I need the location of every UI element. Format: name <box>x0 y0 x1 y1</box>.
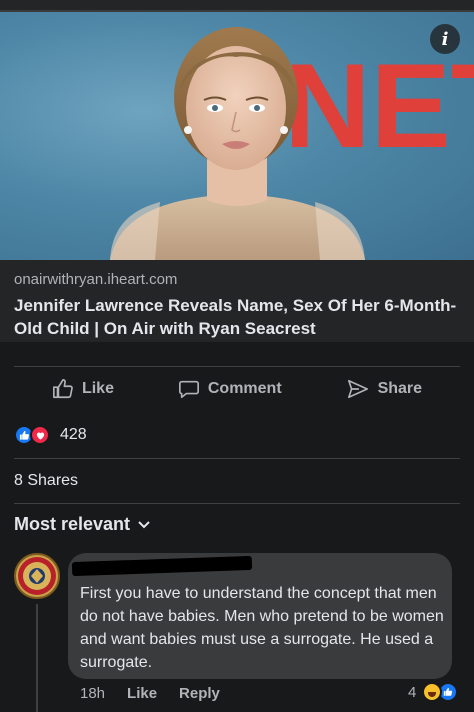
preview-photo: NET <box>110 27 474 260</box>
shares-count[interactable]: 8 Shares <box>14 472 78 490</box>
like-label: Like <box>81 380 114 397</box>
link-title[interactable]: Jennifer Lawrence Reveals Name, Sex Of H… <box>14 294 460 340</box>
backdrop-letters: NET <box>284 39 474 173</box>
reaction-count: 428 <box>60 426 87 443</box>
comment-thread-line <box>36 604 38 712</box>
comment-meta: 18h Like Reply <box>80 685 220 702</box>
link-preview-image[interactable]: NET i <box>0 12 474 260</box>
action-divider-top <box>14 366 460 367</box>
comment-sort-dropdown[interactable]: Most relevant <box>14 514 150 535</box>
sort-label: Most relevant <box>14 514 131 534</box>
avatar[interactable] <box>14 553 60 599</box>
comment-text: First you have to understand the concept… <box>80 585 444 671</box>
comment-reply-button[interactable]: Reply <box>179 685 220 702</box>
share-label: Share <box>377 380 423 397</box>
comment-time[interactable]: 18h <box>80 685 105 702</box>
comment-icon <box>178 380 199 399</box>
comment-like-button[interactable]: Like <box>127 685 157 702</box>
link-domain: onairwithryan.iheart.com <box>14 271 178 288</box>
chevron-down-icon <box>138 520 150 528</box>
haha-reaction-icon <box>422 682 443 702</box>
top-strip <box>0 0 474 12</box>
comment-label: Comment <box>207 380 282 397</box>
seal-emblem <box>18 557 56 595</box>
shares-divider <box>14 503 460 504</box>
action-bar: Like Comment Share <box>0 370 474 408</box>
reaction-summary[interactable]: 428 <box>14 423 87 447</box>
comment-reaction-count: 4 <box>408 683 417 701</box>
comment-reactions[interactable]: 4 <box>408 682 459 702</box>
love-reaction-icon <box>30 425 50 445</box>
share-button[interactable]: Share <box>346 378 422 400</box>
thumbs-up-icon <box>52 379 73 399</box>
reactions-divider <box>14 458 460 459</box>
link-card[interactable]: onairwithryan.iheart.com Jennifer Lawren… <box>0 260 474 342</box>
like-button[interactable]: Like <box>52 378 114 400</box>
comment-button[interactable]: Comment <box>178 378 282 400</box>
info-icon[interactable]: i <box>430 24 460 54</box>
share-icon <box>347 379 368 399</box>
